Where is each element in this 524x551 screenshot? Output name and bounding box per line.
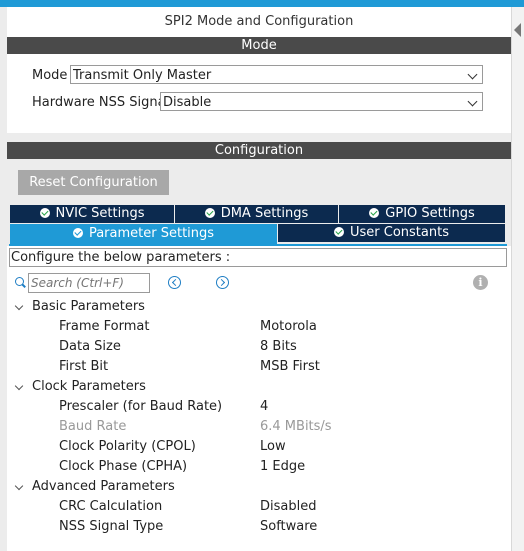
chevron-down-icon (467, 96, 478, 107)
chevron-down-icon[interactable] (14, 381, 24, 391)
tab-parameter-settings[interactable]: Parameter Settings (10, 224, 277, 244)
param-name: Frame Format (59, 319, 150, 334)
hardware-nss-label: Hardware NSS Signal (32, 95, 170, 110)
group-label: Basic Parameters (32, 299, 145, 314)
group-label: Advanced Parameters (32, 479, 175, 494)
param-row[interactable]: Frame Format Motorola (9, 317, 507, 337)
next-match-icon[interactable] (216, 276, 229, 289)
chevron-down-icon (467, 69, 478, 80)
configuration-section-header: Configuration (7, 142, 511, 159)
param-value[interactable]: Disabled (260, 497, 316, 517)
check-circle-icon (369, 208, 380, 218)
tab-gpio-settings[interactable]: GPIO Settings (339, 205, 505, 223)
param-row[interactable]: Prescaler (for Baud Rate) 4 (9, 397, 507, 417)
mode-select-value: Transmit Only Master (73, 68, 212, 83)
param-name: Baud Rate (59, 419, 127, 434)
param-name: Data Size (59, 339, 121, 354)
param-row[interactable]: Clock Phase (CPHA) 1 Edge (9, 457, 507, 477)
param-name: Clock Polarity (CPOL) (59, 439, 196, 454)
tab-label: NVIC Settings (55, 206, 145, 221)
param-value[interactable]: Motorola (260, 317, 317, 337)
param-name: First Bit (59, 359, 109, 374)
mode-label: Mode (32, 68, 68, 83)
group-clock-parameters[interactable]: Clock Parameters (9, 377, 507, 397)
param-name: Prescaler (for Baud Rate) (59, 399, 223, 414)
collapse-arrow-icon[interactable] (514, 23, 521, 37)
check-circle-icon (334, 227, 344, 237)
param-value[interactable]: 4 (260, 397, 268, 417)
search-input[interactable] (28, 273, 150, 293)
tab-label: Parameter Settings (88, 226, 215, 241)
param-row[interactable]: First Bit MSB First (9, 357, 507, 377)
tab-nvic-settings[interactable]: NVIC Settings (10, 205, 174, 223)
chevron-down-icon[interactable] (14, 301, 24, 311)
check-circle-icon (204, 208, 215, 218)
group-advanced-parameters[interactable]: Advanced Parameters (9, 477, 507, 497)
param-name: CRC Calculation (59, 499, 163, 514)
tab-label: GPIO Settings (385, 206, 475, 221)
param-value[interactable]: Low (260, 437, 286, 457)
tab-label: DMA Settings (220, 206, 309, 221)
param-name: NSS Signal Type (59, 519, 164, 534)
info-icon[interactable]: i (473, 275, 488, 290)
chevron-down-icon[interactable] (14, 481, 24, 491)
param-row[interactable]: NSS Signal Type Software (9, 517, 507, 537)
collapse-side-strip[interactable] (511, 7, 524, 551)
search-icon (15, 277, 24, 286)
param-value[interactable]: Software (260, 517, 317, 537)
param-row[interactable]: CRC Calculation Disabled (9, 497, 507, 517)
hardware-nss-select[interactable]: Disable (160, 92, 483, 111)
hardware-nss-select-value: Disable (163, 95, 212, 110)
param-row-disabled: Baud Rate 6.4 MBits/s (9, 417, 507, 437)
param-value[interactable]: 1 Edge (260, 457, 305, 477)
param-row[interactable]: Data Size 8 Bits (9, 337, 507, 357)
tab-user-constants[interactable]: User Constants (278, 224, 505, 242)
tab-label: User Constants (350, 225, 449, 240)
check-circle-icon (39, 208, 50, 218)
panel-title: SPI2 Mode and Configuration (7, 7, 511, 37)
param-row[interactable]: Clock Polarity (CPOL) Low (9, 437, 507, 457)
check-circle-icon (72, 228, 83, 238)
reset-configuration-button[interactable]: Reset Configuration (18, 170, 169, 195)
param-value[interactable]: 8 Bits (260, 337, 297, 357)
mode-select[interactable]: Transmit Only Master (70, 65, 483, 84)
group-label: Clock Parameters (32, 379, 146, 394)
configure-instruction: Configure the below parameters : (9, 248, 507, 267)
mode-section-header: Mode (7, 37, 511, 54)
previous-match-icon[interactable] (168, 276, 181, 289)
window-top-accent-bar (0, 0, 524, 7)
param-value[interactable]: MSB First (260, 357, 320, 377)
group-basic-parameters[interactable]: Basic Parameters (9, 297, 507, 317)
param-name: Clock Phase (CPHA) (59, 459, 188, 474)
tab-dma-settings[interactable]: DMA Settings (175, 205, 338, 223)
param-value: 6.4 MBits/s (260, 419, 332, 434)
